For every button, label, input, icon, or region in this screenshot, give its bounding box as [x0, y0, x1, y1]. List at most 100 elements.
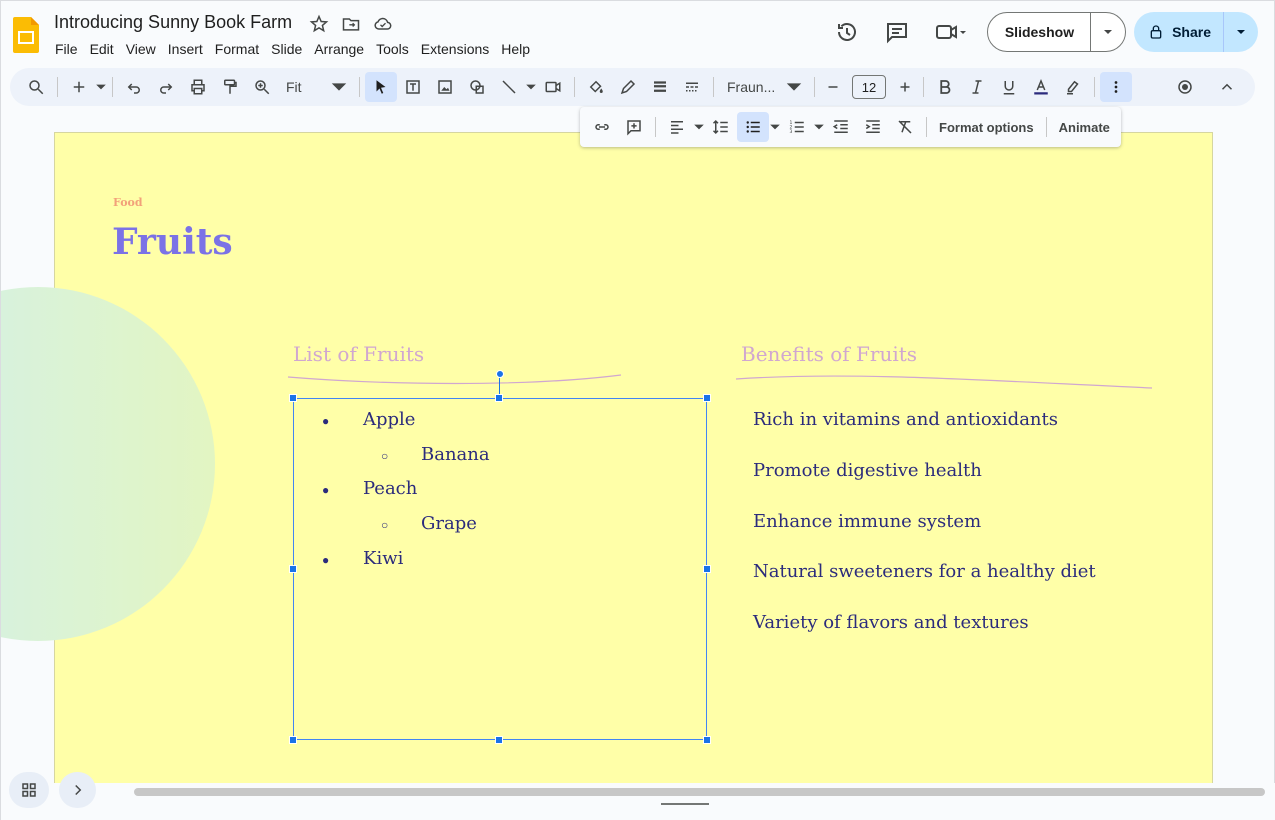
line-icon[interactable]: [493, 72, 525, 102]
search-icon[interactable]: [20, 72, 52, 102]
chevron-down-icon[interactable]: [769, 112, 781, 142]
video-icon[interactable]: [537, 72, 569, 102]
menu-bar: File Edit View Insert Format Slide Arran…: [54, 39, 536, 59]
align-icon[interactable]: [661, 112, 693, 142]
share-button-group: Share: [1134, 12, 1258, 52]
text-color-icon[interactable]: [1025, 72, 1057, 102]
slide-kicker[interactable]: Food: [113, 196, 143, 209]
font-select[interactable]: Fraun...: [719, 72, 809, 102]
clear-formatting-icon[interactable]: [889, 112, 921, 142]
text-box-icon[interactable]: [397, 72, 429, 102]
chevron-down-icon[interactable]: [813, 112, 825, 142]
zoom-icon[interactable]: [246, 72, 278, 102]
format-options-button[interactable]: Format options: [932, 112, 1041, 142]
benefit-item[interactable]: Rich in vitamins and antioxidants: [753, 409, 1058, 430]
underline-icon[interactable]: [993, 72, 1025, 102]
menu-tools[interactable]: Tools: [370, 39, 415, 59]
resize-handle[interactable]: [495, 736, 503, 744]
cloud-saved-icon[interactable]: [373, 14, 393, 39]
font-size-decrease-icon[interactable]: [820, 72, 846, 102]
chevron-down-icon[interactable]: [1091, 13, 1125, 51]
chevron-down-icon[interactable]: [693, 112, 705, 142]
version-history-icon[interactable]: [829, 14, 865, 50]
document-title[interactable]: Introducing Sunny Book Farm: [54, 12, 292, 33]
add-comment-icon[interactable]: [618, 112, 650, 142]
list-item[interactable]: Grape: [421, 513, 477, 534]
numbered-list-icon[interactable]: 123: [781, 112, 813, 142]
resize-handle[interactable]: [703, 394, 711, 402]
highlight-icon[interactable]: [1057, 72, 1089, 102]
menu-insert[interactable]: Insert: [162, 39, 209, 59]
rotate-handle[interactable]: [496, 370, 504, 378]
benefit-item[interactable]: Natural sweeteners for a healthy diet: [753, 561, 1096, 582]
chevron-down-icon[interactable]: [1224, 12, 1258, 52]
select-icon[interactable]: [365, 72, 397, 102]
resize-handle[interactable]: [289, 565, 297, 573]
paint-format-icon[interactable]: [214, 72, 246, 102]
resize-handle[interactable]: [703, 565, 711, 573]
grid-view-icon[interactable]: [9, 772, 49, 808]
new-slide-icon[interactable]: [63, 72, 95, 102]
slide-title[interactable]: Fruits: [112, 221, 233, 263]
right-underline: [735, 375, 1153, 389]
move-to-folder-icon[interactable]: [341, 14, 361, 39]
menu-view[interactable]: View: [120, 39, 162, 59]
redo-icon[interactable]: [150, 72, 182, 102]
list-item[interactable]: Banana: [421, 444, 490, 465]
benefit-item[interactable]: Variety of flavors and textures: [753, 612, 1029, 633]
meet-icon[interactable]: [929, 14, 973, 50]
fruit-list-textbox[interactable]: [293, 398, 707, 740]
list-item[interactable]: Peach: [363, 478, 417, 499]
print-icon[interactable]: [182, 72, 214, 102]
resize-handle[interactable]: [289, 394, 297, 402]
menu-slide[interactable]: Slide: [265, 39, 308, 59]
link-icon[interactable]: [586, 112, 618, 142]
animate-button[interactable]: Animate: [1052, 112, 1117, 142]
menu-extensions[interactable]: Extensions: [415, 39, 495, 59]
border-dash-icon[interactable]: [676, 72, 708, 102]
resize-handle[interactable]: [289, 736, 297, 744]
horizontal-scrollbar[interactable]: [134, 788, 1265, 796]
collapse-icon[interactable]: [1211, 72, 1243, 102]
chevron-right-icon[interactable]: [59, 772, 96, 808]
bold-icon[interactable]: [929, 72, 961, 102]
star-icon[interactable]: [309, 14, 329, 39]
notes-resize-handle[interactable]: [661, 803, 709, 805]
benefit-item[interactable]: Enhance immune system: [753, 511, 981, 532]
border-weight-icon[interactable]: [644, 72, 676, 102]
resize-handle[interactable]: [703, 736, 711, 744]
comments-icon[interactable]: [879, 14, 915, 50]
menu-edit[interactable]: Edit: [84, 39, 120, 59]
menu-file[interactable]: File: [54, 39, 84, 59]
menu-format[interactable]: Format: [209, 39, 265, 59]
left-heading[interactable]: List of Fruits: [293, 342, 424, 366]
increase-indent-icon[interactable]: [857, 112, 889, 142]
decrease-indent-icon[interactable]: [825, 112, 857, 142]
bulleted-list-icon[interactable]: [737, 112, 769, 142]
menu-help[interactable]: Help: [495, 39, 536, 59]
zoom-select[interactable]: Fit: [278, 72, 354, 102]
undo-icon[interactable]: [118, 72, 150, 102]
border-color-icon[interactable]: [612, 72, 644, 102]
record-icon[interactable]: [1169, 72, 1201, 102]
list-item[interactable]: Kiwi: [363, 548, 403, 569]
italic-icon[interactable]: [961, 72, 993, 102]
slides-logo-icon[interactable]: [13, 17, 39, 53]
share-button[interactable]: Share: [1134, 12, 1224, 52]
fill-color-icon[interactable]: [580, 72, 612, 102]
more-icon[interactable]: [1100, 72, 1132, 102]
list-item[interactable]: Apple: [363, 409, 415, 430]
benefit-item[interactable]: Promote digestive health: [753, 460, 982, 481]
line-spacing-icon[interactable]: [705, 112, 737, 142]
font-size-increase-icon[interactable]: [892, 72, 918, 102]
menu-arrange[interactable]: Arrange: [308, 39, 370, 59]
chevron-down-icon[interactable]: [525, 72, 537, 102]
bullet-filled-icon: ●: [322, 553, 330, 567]
resize-handle[interactable]: [495, 394, 503, 402]
image-icon[interactable]: [429, 72, 461, 102]
right-heading[interactable]: Benefits of Fruits: [741, 342, 917, 366]
shape-icon[interactable]: [461, 72, 493, 102]
slideshow-button[interactable]: Slideshow: [988, 13, 1092, 51]
chevron-down-icon[interactable]: [95, 72, 107, 102]
font-size-input[interactable]: 12: [852, 75, 886, 99]
